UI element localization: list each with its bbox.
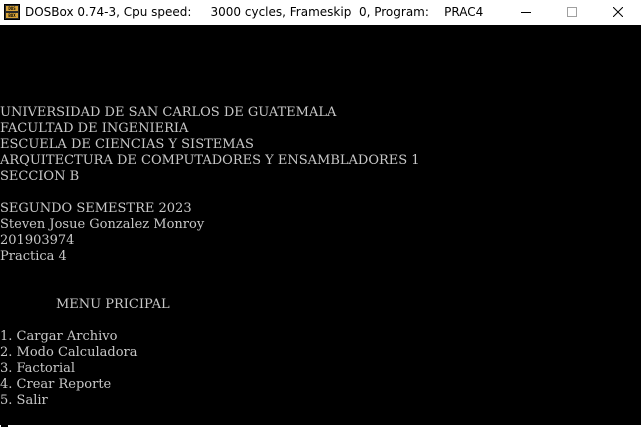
menu-item-report: 4. Crear Reporte [0, 377, 112, 392]
title-cycles: 3000 cycles, Frameskip [210, 5, 352, 19]
dos-console[interactable]: UNIVERSIDAD DE SAN CARLOS DE GUATEMALA F… [0, 25, 641, 425]
student-line-name: Steven Josue Gonzalez Monroy [0, 217, 205, 232]
header-line-course: ARQUITECTURA DE COMPUTADORES Y ENSAMBLAD… [0, 153, 420, 168]
header-line-school: ESCUELA DE CIENCIAS Y SISTEMAS [0, 137, 254, 152]
menu-item-calculator: 2. Modo Calculadora [0, 345, 138, 360]
student-line-practice: Practica 4 [0, 249, 67, 264]
close-icon [613, 7, 623, 17]
menu-title: MENU PRICIPAL [56, 297, 170, 312]
maximize-icon [567, 7, 577, 17]
dosbox-icon[interactable]: DOS BOX [4, 4, 20, 20]
icon-top-text: DOS [6, 6, 18, 11]
window-title: DOSBox 0.74-3, Cpu speed: 3000 cycles, F… [25, 5, 483, 20]
title-program: PRAC4 [444, 5, 484, 19]
header-line-section: SECCION B [0, 169, 80, 184]
student-line-semester: SEGUNDO SEMESTRE 2023 [0, 201, 192, 216]
header-line-university: UNIVERSIDAD DE SAN CARLOS DE GUATEMALA [0, 105, 337, 120]
student-line-id: 201903974 [0, 233, 75, 248]
minimize-icon [521, 12, 531, 13]
title-app-name: DOSBox 0.74-3, Cpu speed: [25, 5, 192, 19]
maximize-button[interactable] [549, 0, 595, 25]
menu-item-load-file: 1. Cargar Archivo [0, 329, 118, 344]
header-line-faculty: FACULTAD DE INGENIERIA [0, 121, 189, 136]
title-bar[interactable]: DOS BOX DOSBox 0.74-3, Cpu speed: 3000 c… [0, 0, 641, 25]
icon-bottom-text: BOX [6, 13, 18, 18]
menu-item-exit: 5. Salir [0, 393, 48, 408]
title-frameskip: 0, Program: [358, 5, 429, 19]
minimize-button[interactable] [503, 0, 549, 25]
close-button[interactable] [595, 0, 641, 25]
menu-item-factorial: 3. Factorial [0, 361, 76, 376]
dosbox-window: DOS BOX DOSBox 0.74-3, Cpu speed: 3000 c… [0, 0, 641, 427]
